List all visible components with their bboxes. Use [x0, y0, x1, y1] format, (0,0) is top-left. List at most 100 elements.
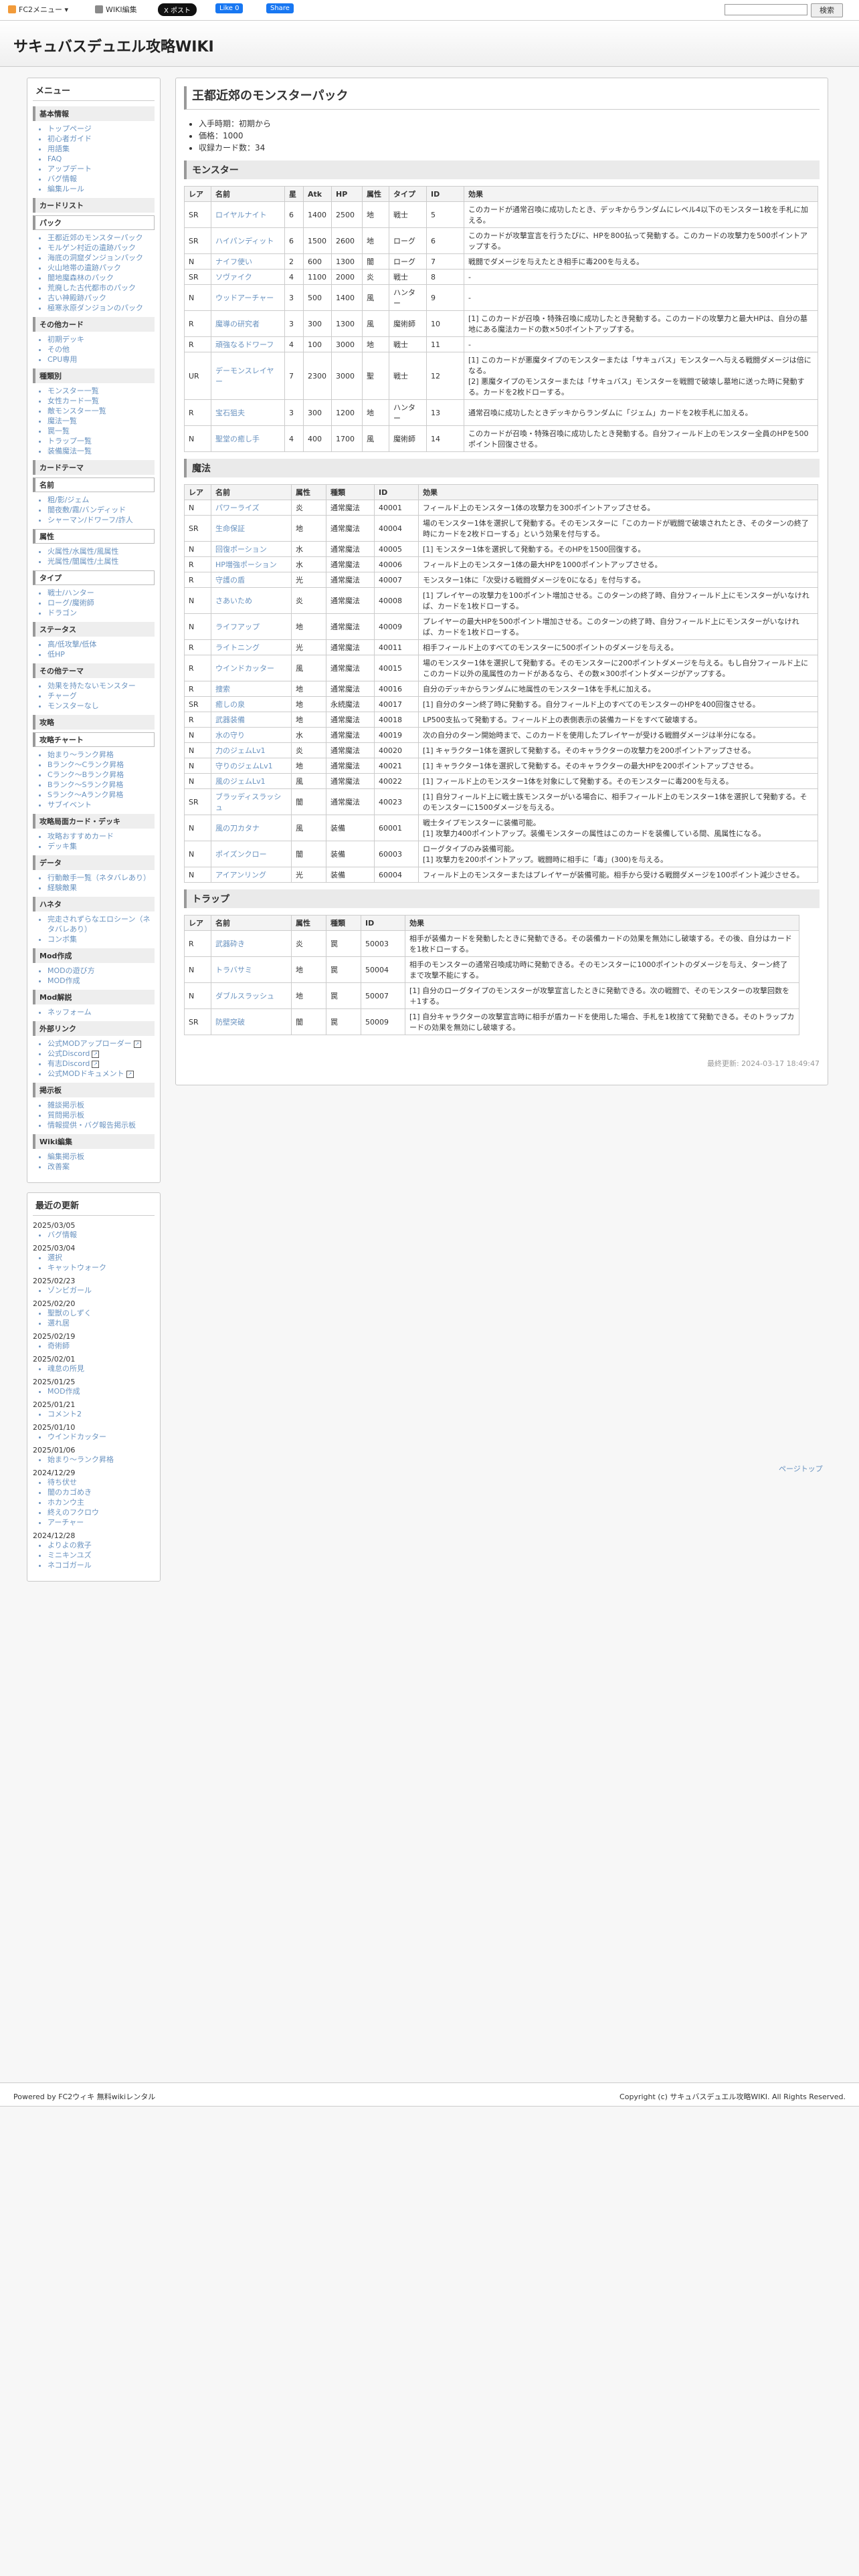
recent-link[interactable]: 闇のカゴめき — [47, 1487, 155, 1497]
sidebar-link[interactable]: 公式MODアップローダー↗ — [47, 1039, 155, 1049]
sidebar-link[interactable]: 初期デッキ — [47, 334, 155, 344]
sidebar-link[interactable]: デッキ集 — [47, 841, 155, 851]
recent-link[interactable]: 奇術師 — [47, 1341, 155, 1351]
card-name-link[interactable]: 聖堂の癒し手 — [211, 425, 285, 452]
facebook-like-button[interactable]: Like 0 — [215, 3, 244, 13]
sidebar-link[interactable]: アップデート — [47, 164, 155, 174]
sidebar-link[interactable]: 魔法一覧 — [47, 416, 155, 426]
recent-link[interactable]: ウインドカッター — [47, 1432, 155, 1442]
fc2-menu-label[interactable]: FC2メニュー ▾ — [19, 4, 68, 15]
sidebar-link[interactable]: 罠一覧 — [47, 426, 155, 436]
sidebar-link[interactable]: 光属性/闇属性/土属性 — [47, 556, 155, 566]
sidebar-link[interactable]: 攻略おすすめカード — [47, 831, 155, 841]
x-post-button[interactable]: X ポスト — [158, 3, 197, 16]
sidebar-link[interactable]: 海底の洞窟ダンジョンパック — [47, 253, 155, 263]
sidebar-link[interactable]: トップページ — [47, 124, 155, 134]
card-name-link[interactable]: ライトニング — [211, 639, 292, 655]
sidebar-link[interactable]: Sランク〜Aランク昇格 — [47, 790, 155, 800]
sidebar-link[interactable]: コンボ集 — [47, 934, 155, 944]
card-name-link[interactable]: トラバサミ — [211, 956, 292, 983]
sidebar-link[interactable]: トラップ一覧 — [47, 436, 155, 446]
card-name-link[interactable]: ブラッディスラッシュ — [211, 788, 292, 815]
sidebar-link[interactable]: ローグ/魔術師 — [47, 598, 155, 608]
wiki-edit-link[interactable]: WIKI編集 — [95, 4, 137, 15]
recent-link[interactable]: MOD作成 — [47, 1386, 155, 1396]
card-name-link[interactable]: ロイヤルナイト — [211, 201, 285, 228]
sidebar-link[interactable]: 初心者ガイド — [47, 134, 155, 144]
sidebar-link[interactable]: 極寒氷原ダンジョンのパック — [47, 303, 155, 313]
sidebar-link[interactable]: 情報提供・バグ報告掲示板 — [47, 1120, 155, 1130]
card-name-link[interactable]: さあいため — [211, 587, 292, 614]
card-name-link[interactable]: パワーライズ — [211, 500, 292, 516]
card-name-link[interactable]: ウッドアーチャー — [211, 284, 285, 311]
sidebar-link[interactable]: ネッフォーム — [47, 1007, 155, 1017]
sidebar-link[interactable]: FAQ — [47, 154, 155, 164]
sidebar-link[interactable]: 闇夜敷/霧/バンディッド — [47, 505, 155, 515]
card-name-link[interactable]: ポイズンクロー — [211, 841, 292, 867]
sidebar-link[interactable]: Cランク〜Bランク昇格 — [47, 770, 155, 780]
sidebar-link[interactable]: バグ情報 — [47, 174, 155, 184]
sidebar-link[interactable]: モルゲン村近の遺跡パック — [47, 243, 155, 253]
sidebar-link[interactable]: 始まり〜ランク昇格 — [47, 750, 155, 760]
sidebar-link[interactable]: モンスター一覧 — [47, 386, 155, 396]
card-name-link[interactable]: デーモンスレイヤー — [211, 352, 285, 400]
sidebar-link[interactable]: モンスターなし — [47, 701, 155, 711]
card-name-link[interactable]: 魔導の研究者 — [211, 310, 285, 337]
footer-powered-by[interactable]: Powered by FC2ウィキ 無料wikiレンタル — [13, 2091, 155, 2102]
sidebar-link[interactable]: 公式Discord↗ — [47, 1049, 155, 1059]
card-name-link[interactable]: HP増強ポーション — [211, 556, 292, 572]
card-name-link[interactable]: ソヴァイク — [211, 269, 285, 285]
sidebar-link[interactable]: CPU専用 — [47, 354, 155, 364]
recent-link[interactable]: ホカンウ主 — [47, 1497, 155, 1507]
sidebar-link[interactable]: 王都近郊のモンスターパック — [47, 233, 155, 243]
card-name-link[interactable]: 武器砕き — [211, 930, 292, 957]
sidebar-link[interactable]: サブイベント — [47, 800, 155, 810]
sidebar-link[interactable]: 低HP — [47, 649, 155, 659]
recent-link[interactable]: 魂怠の所見 — [47, 1364, 155, 1374]
sidebar-link[interactable]: 火属性/水属性/風属性 — [47, 546, 155, 556]
sidebar-link[interactable]: ドラゴン — [47, 608, 155, 618]
fc2-menu[interactable]: FC2メニュー ▾ — [8, 4, 68, 15]
recent-link[interactable]: バグ情報 — [47, 1230, 155, 1240]
card-name-link[interactable]: 風の刀カタナ — [211, 815, 292, 841]
sidebar-link[interactable]: 高/低攻撃/低体 — [47, 639, 155, 649]
card-name-link[interactable]: アイアンリング — [211, 867, 292, 883]
recent-link[interactable]: よりよの救子 — [47, 1540, 155, 1550]
sidebar-link[interactable]: 編集掲示板 — [47, 1152, 155, 1162]
recent-link[interactable]: 待ち伏せ — [47, 1477, 155, 1487]
sidebar-link[interactable]: 女性カード一覧 — [47, 396, 155, 406]
card-name-link[interactable]: 生命保証 — [211, 515, 292, 542]
recent-link[interactable]: 聖獣のしずく — [47, 1308, 155, 1318]
sidebar-link[interactable]: Bランク〜Cランク昇格 — [47, 760, 155, 770]
card-name-link[interactable]: 宝石狙夫 — [211, 399, 285, 426]
recent-link[interactable]: ミニキンユズ — [47, 1550, 155, 1560]
sidebar-link[interactable]: 荒廃した古代都市のパック — [47, 283, 155, 293]
card-name-link[interactable]: 守護の盾 — [211, 572, 292, 588]
sidebar-link[interactable]: 古い神殿跡パック — [47, 293, 155, 303]
sidebar-link[interactable]: 経験敵果 — [47, 883, 155, 893]
sidebar-link[interactable]: 改善案 — [47, 1162, 155, 1172]
recent-link[interactable]: ネコゴガール — [47, 1560, 155, 1570]
sidebar-link[interactable]: 敵モンスター一覧 — [47, 406, 155, 416]
sidebar-link[interactable]: 雑談掲示板 — [47, 1100, 155, 1110]
sidebar-link[interactable]: 戦士/ハンター — [47, 588, 155, 598]
sidebar-link[interactable]: 有志Discord↗ — [47, 1059, 155, 1069]
sidebar-link[interactable]: 完走されずらなエロシーン（ネタバレあり） — [47, 914, 155, 934]
sidebar-link[interactable]: 公式MODドキュメント↗ — [47, 1069, 155, 1079]
sidebar-link[interactable]: シャーマン/ドワーフ/詐人 — [47, 515, 155, 525]
sidebar-link[interactable]: Bランク〜Sランク昇格 — [47, 780, 155, 790]
card-name-link[interactable]: ダブルスラッシュ — [211, 982, 292, 1009]
sidebar-link[interactable]: 粗/影/ジェム — [47, 495, 155, 505]
card-name-link[interactable]: ハイパンディット — [211, 227, 285, 254]
recent-link[interactable]: 終えのフクロウ — [47, 1507, 155, 1517]
sidebar-link[interactable]: 装備魔法一覧 — [47, 446, 155, 456]
recent-link[interactable]: ゾンビガール — [47, 1285, 155, 1295]
card-name-link[interactable]: 防壁突破 — [211, 1008, 292, 1035]
recent-link[interactable]: 始まり〜ランク昇格 — [47, 1455, 155, 1465]
search-button[interactable]: 検索 — [811, 3, 843, 17]
sidebar-link[interactable]: 闇地魔森林のパック — [47, 273, 155, 283]
card-name-link[interactable]: 癒しの泉 — [211, 696, 292, 712]
sidebar-link[interactable]: チャーグ — [47, 691, 155, 701]
card-name-link[interactable]: 守りのジェムLv1 — [211, 758, 292, 774]
search-input[interactable] — [725, 4, 807, 15]
